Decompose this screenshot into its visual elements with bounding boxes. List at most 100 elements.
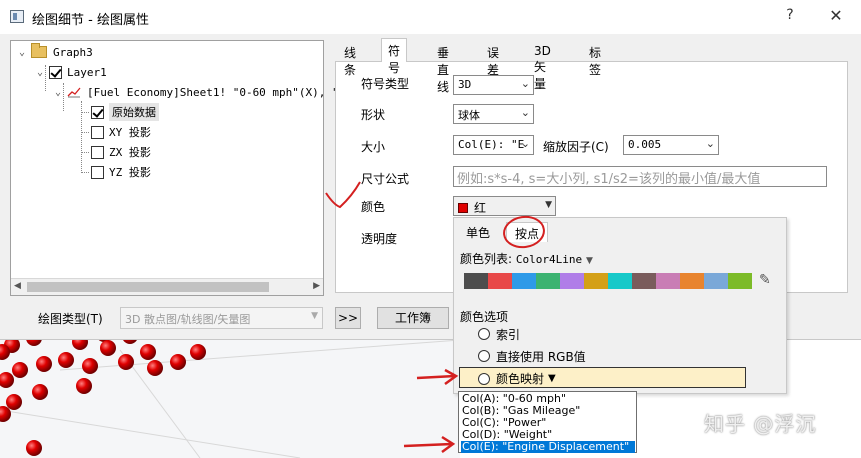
pencil-icon[interactable]: ✎ — [759, 272, 771, 288]
tree-item-raw-data[interactable]: 原始数据 — [91, 103, 159, 121]
raw-data-checkbox[interactable] — [91, 105, 104, 119]
scrollbar-thumb[interactable] — [27, 282, 269, 292]
palette-color-cell[interactable] — [488, 273, 512, 289]
palette-color-cell[interactable] — [512, 273, 536, 289]
chevron-down-icon[interactable]: ⌄ — [521, 77, 530, 90]
colormap-radio[interactable] — [478, 372, 490, 385]
size-formula-input[interactable]: 例如:s*s-4, s=大小列, s1/s2=该列的最小值/最大值 — [453, 166, 827, 187]
palette-color-cell[interactable] — [608, 273, 632, 289]
shape-label: 形状 — [361, 108, 386, 122]
symbol-type-combo[interactable]: 3D ⌄ — [453, 75, 534, 95]
tree-item-label: Layer1 — [67, 65, 107, 79]
tab-drop-lines[interactable]: 垂直线 — [430, 40, 456, 94]
scatter-sphere — [36, 356, 52, 372]
scatter-sphere — [170, 354, 186, 370]
tree-item-layer[interactable]: ⌄ Layer1 — [35, 63, 107, 81]
tree-item-dataset[interactable]: ⌄ [Fuel Economy]Sheet1! "0-60 mph"(X), "… — [53, 83, 345, 101]
tree-item-xy-projection[interactable]: XY 投影 — [91, 123, 151, 141]
size-formula-label: 尺寸公式 — [361, 172, 410, 186]
size-combo[interactable]: Col(E): "E ⌄ — [453, 135, 534, 155]
scatter-sphere — [58, 352, 74, 368]
palette-color-cell[interactable] — [536, 273, 560, 289]
chevron-down-icon[interactable]: ⌄ — [521, 137, 530, 150]
color-popup: 单色 按点 颜色列表: Color4Line ▼ ✎ 颜色选项 索引 直接使用 … — [453, 217, 787, 394]
tab-labels[interactable]: 标签 — [582, 40, 608, 77]
tab-symbol[interactable]: 符号 — [381, 38, 408, 75]
palette-color-cell[interactable] — [680, 273, 704, 289]
option-rgb[interactable]: 直接使用 RGB值 — [478, 347, 586, 365]
palette-color-cell[interactable] — [728, 273, 752, 289]
scatter-sphere — [76, 378, 92, 394]
window-icon — [10, 10, 24, 23]
scale-factor-label: 缩放因子(C) — [543, 140, 609, 154]
tab-error-bars[interactable]: 误差棒 — [480, 40, 506, 94]
option-index-label: 索引 — [496, 327, 521, 342]
tree-item-yz-projection[interactable]: YZ 投影 — [91, 163, 151, 181]
tree-item-zx-projection[interactable]: ZX 投影 — [91, 143, 151, 161]
close-button[interactable]: ✕ — [826, 6, 846, 26]
palette-color-cell[interactable] — [656, 273, 680, 289]
scroll-right-icon[interactable]: ▶ — [313, 281, 320, 291]
column-dropdown-list[interactable]: Col(A): "0-60 mph" Col(B): "Gas Mileage"… — [458, 391, 637, 453]
option-colormap[interactable]: 颜色映射 ▼ — [459, 367, 746, 388]
option-rgb-label: 直接使用 RGB值 — [496, 349, 586, 364]
color-palette[interactable] — [464, 273, 752, 289]
palette-color-cell[interactable] — [464, 273, 488, 289]
help-button[interactable]: ? — [780, 7, 800, 27]
symbol-type-label: 符号类型 — [361, 77, 410, 91]
scale-factor-value: 0.005 — [628, 138, 662, 151]
tree-item-label: [Fuel Economy]Sheet1! "0-60 mph"(X), "G — [87, 85, 346, 99]
folder-icon — [31, 43, 47, 58]
expand-button[interactable]: >> — [335, 307, 361, 329]
symbol-type-value: 3D — [458, 78, 472, 91]
dropdown-item-selected[interactable]: Col(E): "Engine Displacement" — [461, 441, 635, 453]
scatter-sphere — [190, 344, 206, 360]
index-radio[interactable] — [478, 328, 490, 340]
plot-type-value: 3D 散点图/轨线图/矢量图 — [125, 313, 251, 326]
tree-guide — [81, 112, 89, 113]
scatter-sphere — [6, 394, 22, 410]
chevron-down-icon[interactable]: ▼ — [545, 200, 552, 210]
tab-by-points[interactable]: 按点 — [506, 222, 549, 242]
palette-color-cell[interactable] — [584, 273, 608, 289]
layer-checkbox[interactable] — [49, 65, 62, 79]
scale-factor-combo[interactable]: 0.005 ⌄ — [623, 135, 719, 155]
tree-horizontal-scrollbar[interactable]: ◀ ▶ — [11, 278, 323, 295]
size-value: Col(E): "E — [458, 138, 525, 151]
yz-projection-checkbox[interactable] — [91, 165, 104, 179]
scatter-sphere — [140, 344, 156, 360]
shape-combo[interactable]: 球体 ⌄ — [453, 104, 534, 124]
watermark: 知乎 @浮沉 — [704, 412, 817, 436]
plot-type-select: 3D 散点图/轨线图/矢量图 ▼ — [120, 307, 323, 329]
rgb-radio[interactable] — [478, 350, 490, 362]
tree-item-label: 原始数据 — [109, 103, 159, 121]
scatter-sphere — [32, 384, 48, 400]
zx-projection-checkbox[interactable] — [91, 145, 104, 159]
tree-item-graph[interactable]: ⌄ Graph3 — [17, 43, 93, 61]
chevron-down-icon[interactable]: ⌄ — [521, 106, 530, 119]
palette-color-cell[interactable] — [632, 273, 656, 289]
size-label: 大小 — [361, 140, 386, 154]
background-area — [790, 330, 861, 458]
chevron-down-icon[interactable]: ▼ — [548, 373, 556, 384]
option-index[interactable]: 索引 — [478, 325, 520, 343]
chevron-down-icon[interactable]: ⌄ — [53, 87, 63, 98]
chevron-down-icon[interactable]: ⌄ — [17, 47, 27, 58]
transparency-label: 透明度 — [361, 232, 398, 246]
palette-color-cell[interactable] — [560, 273, 584, 289]
scroll-left-icon[interactable]: ◀ — [14, 281, 21, 291]
tree-item-label: YZ 投影 — [109, 166, 151, 179]
tab-line[interactable]: 线条 — [337, 40, 363, 77]
tab-single-color[interactable]: 单色 — [458, 222, 498, 242]
xy-projection-checkbox[interactable] — [91, 125, 104, 139]
color-combo[interactable]: 红 ▼ — [453, 196, 556, 216]
chevron-down-icon[interactable]: ⌄ — [35, 67, 45, 78]
palette-color-cell[interactable] — [704, 273, 728, 289]
chevron-down-icon[interactable]: ⌄ — [706, 137, 715, 150]
plot-tree[interactable]: ⌄ Graph3 ⌄ Layer1 ⌄ [Fuel Economy]Sheet1… — [10, 40, 345, 296]
color-list-row[interactable]: 颜色列表: Color4Line ▼ — [460, 250, 593, 267]
tab-3d-vector[interactable]: 3D 矢量 — [527, 40, 558, 91]
tree-item-label: ZX 投影 — [109, 146, 151, 159]
workbook-button[interactable]: 工作簿 — [377, 307, 449, 329]
chevron-down-icon[interactable]: ▼ — [586, 256, 593, 266]
